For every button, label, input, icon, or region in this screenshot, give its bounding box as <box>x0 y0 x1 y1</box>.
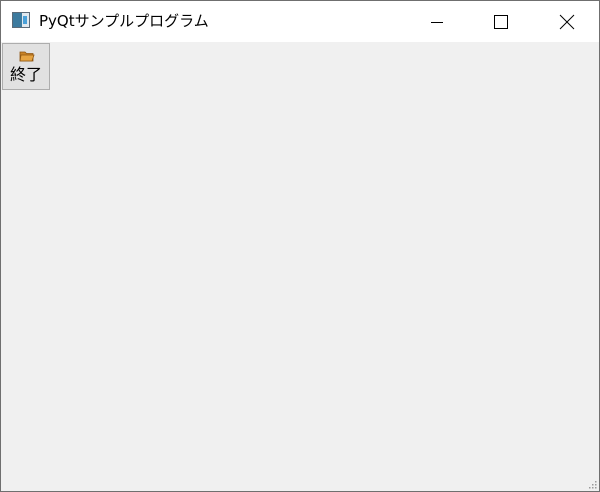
exit-button-label: 終了 <box>9 65 42 84</box>
app-icon <box>12 12 30 28</box>
folder-icon <box>19 51 35 62</box>
close-button[interactable] <box>535 1 599 42</box>
maximize-button[interactable] <box>469 1 533 42</box>
minimize-icon <box>431 21 443 23</box>
maximize-icon <box>494 14 508 29</box>
minimize-button[interactable] <box>405 1 469 42</box>
main-window: PyQtサンプルプログラム 終了 <box>0 0 600 492</box>
close-icon <box>559 14 575 29</box>
title-bar[interactable]: PyQtサンプルプログラム <box>1 1 599 42</box>
resize-grip-icon[interactable] <box>588 480 597 489</box>
window-title: PyQtサンプルプログラム <box>39 12 209 30</box>
exit-button[interactable]: 終了 <box>2 43 50 90</box>
